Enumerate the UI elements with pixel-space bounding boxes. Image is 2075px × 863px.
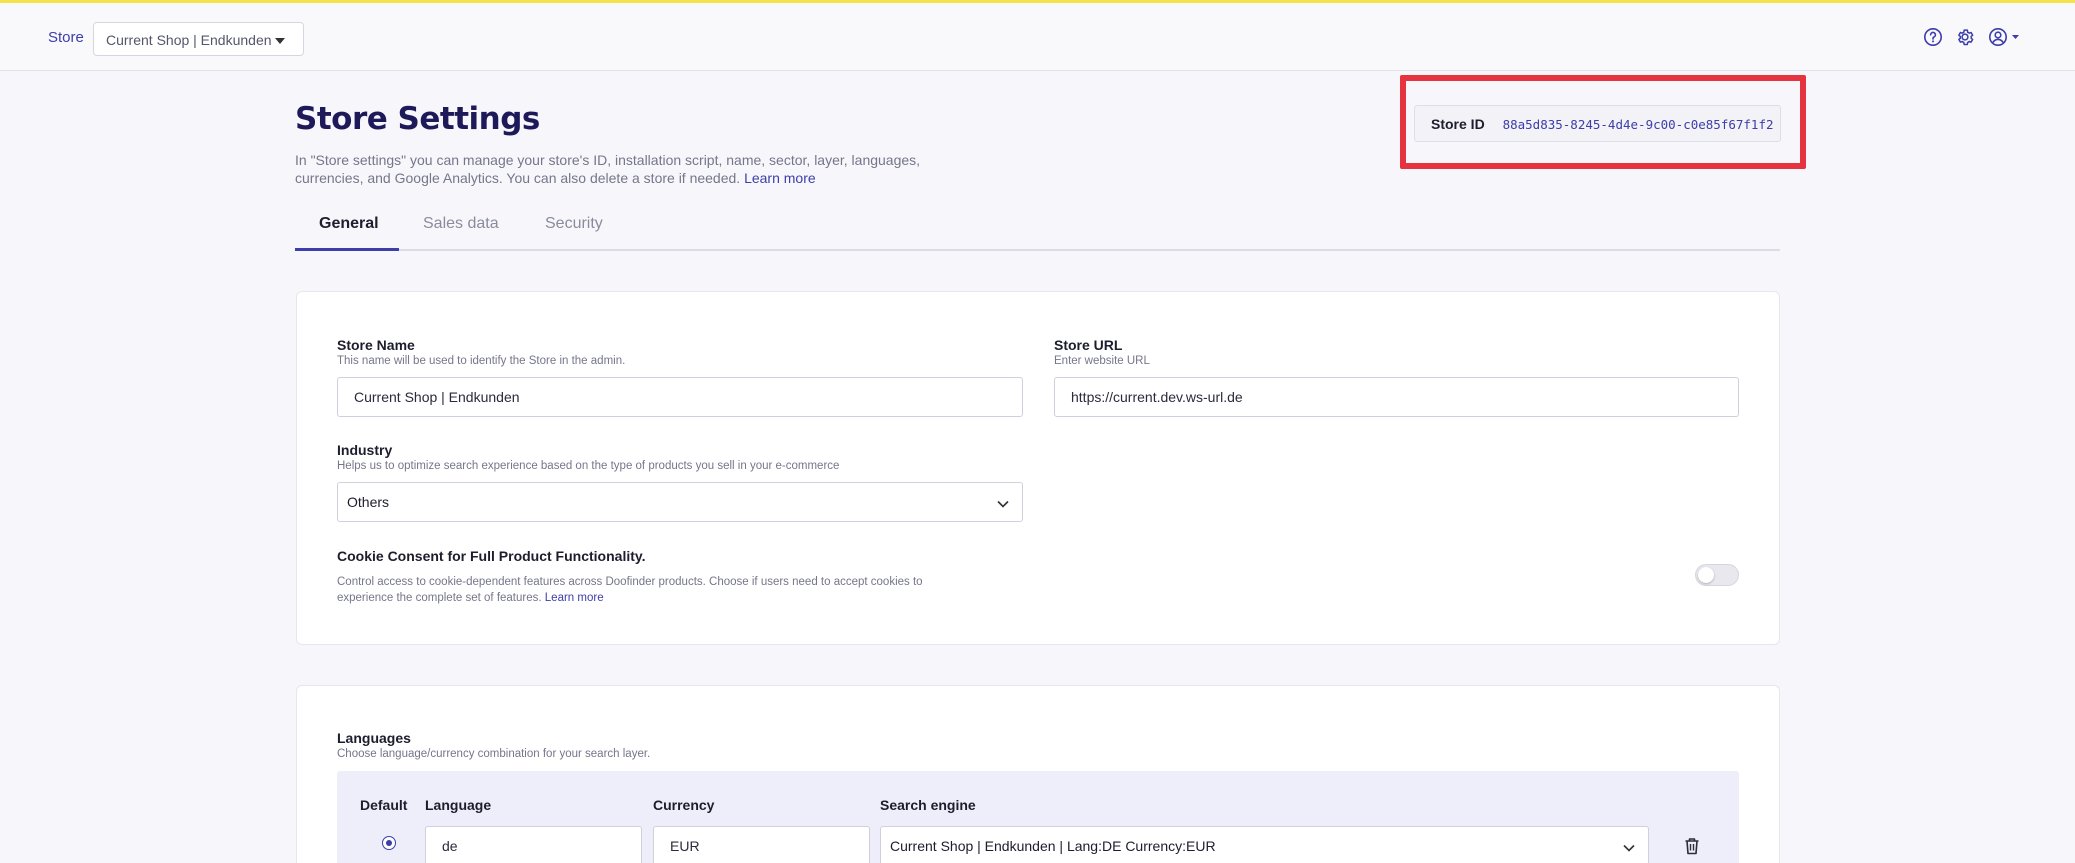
store-url-input[interactable]: https://current.dev.ws-url.de xyxy=(1054,377,1739,417)
column-header-default: Default xyxy=(360,797,408,813)
default-language-radio[interactable] xyxy=(382,836,396,850)
cookie-consent-description-text: Control access to cookie-dependent featu… xyxy=(337,576,923,604)
tab-sales-data[interactable]: Sales data xyxy=(423,215,499,233)
cookie-consent-description: Control access to cookie-dependent featu… xyxy=(337,574,977,606)
store-selector[interactable]: Current Shop | Endkunden xyxy=(93,22,304,56)
tab-security[interactable]: Security xyxy=(545,215,603,233)
column-header-currency: Currency xyxy=(653,797,715,813)
languages-card: Languages Choose language/currency combi… xyxy=(296,685,1780,863)
store-selector-value: Current Shop | Endkunden xyxy=(106,32,272,48)
cookie-consent-label: Cookie Consent for Full Product Function… xyxy=(337,548,646,564)
store-id-box: Store ID 88a5d835-8245-4d4e-9c00-c0e85f6… xyxy=(1414,105,1781,142)
general-settings-card: Store Name This name will be used to ide… xyxy=(296,291,1780,645)
store-breadcrumb-link[interactable]: Store xyxy=(48,29,84,46)
industry-select[interactable]: Others xyxy=(337,482,1023,522)
page-description: In "Store settings" you can manage your … xyxy=(295,151,935,187)
tab-general[interactable]: General xyxy=(319,215,379,233)
learn-more-link[interactable]: Learn more xyxy=(744,170,816,186)
industry-help: Helps us to optimize search experience b… xyxy=(337,460,840,472)
store-url-label: Store URL xyxy=(1054,337,1123,353)
languages-label: Languages xyxy=(337,730,411,746)
user-icon[interactable] xyxy=(1988,27,2022,47)
page-title: Store Settings xyxy=(295,101,540,137)
page-description-text: In "Store settings" you can manage your … xyxy=(295,152,921,186)
help-icon[interactable] xyxy=(1923,27,1943,47)
store-id-label: Store ID xyxy=(1431,116,1485,132)
column-header-search-engine: Search engine xyxy=(880,797,976,813)
toggle-knob xyxy=(1698,567,1714,583)
store-name-help: This name will be used to identify the S… xyxy=(337,355,626,367)
trash-icon[interactable] xyxy=(1684,837,1700,860)
settings-tabs: General Sales data Security xyxy=(295,203,1780,251)
caret-down-icon xyxy=(275,38,285,44)
industry-select-value: Others xyxy=(347,494,390,510)
gear-icon[interactable] xyxy=(1955,27,1975,47)
store-id-value[interactable]: 88a5d835-8245-4d4e-9c00-c0e85f67f1f2 xyxy=(1503,117,1774,132)
languages-help: Choose language/currency combination for… xyxy=(337,748,651,760)
chevron-down-icon xyxy=(996,496,1010,512)
cookie-learn-more-link[interactable]: Learn more xyxy=(545,592,604,604)
industry-label: Industry xyxy=(337,442,393,458)
store-name-label: Store Name xyxy=(337,337,415,353)
cookie-consent-toggle[interactable] xyxy=(1695,564,1739,586)
search-engine-select[interactable]: Current Shop | Endkunden | Lang:DE Curre… xyxy=(880,826,1649,863)
store-name-input[interactable]: Current Shop | Endkunden xyxy=(337,377,1023,417)
chevron-down-icon xyxy=(1622,840,1636,856)
active-tab-indicator xyxy=(295,248,399,251)
store-url-help: Enter website URL xyxy=(1054,355,1150,367)
column-header-language: Language xyxy=(425,797,492,813)
search-engine-select-value: Current Shop | Endkunden | Lang:DE Curre… xyxy=(890,838,1216,854)
language-input[interactable]: de xyxy=(425,826,642,863)
languages-table: Default Language Currency Search engine … xyxy=(337,771,1739,863)
currency-input[interactable]: EUR xyxy=(653,826,870,863)
top-navigation-bar: Store Current Shop | Endkunden xyxy=(0,3,2075,71)
